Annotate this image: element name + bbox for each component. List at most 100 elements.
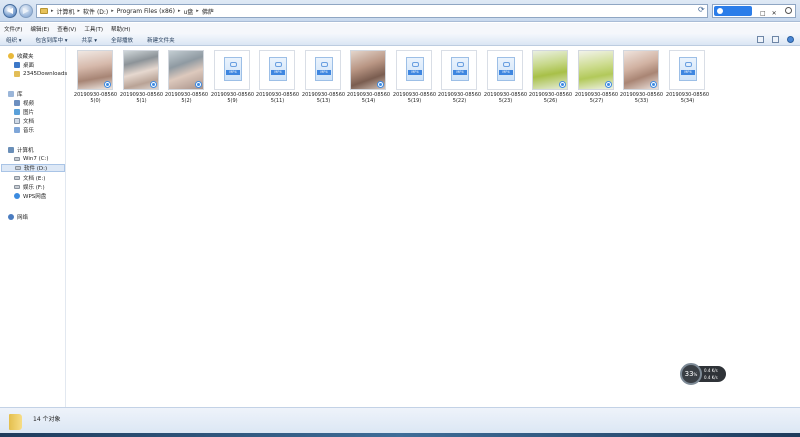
nav-item-label: 音乐	[23, 128, 35, 134]
file-item[interactable]: 20190930-085605(2)	[164, 50, 209, 108]
breadcrumb-drive-d[interactable]: 软件 (D:)	[83, 7, 108, 16]
nav-favorites[interactable]: 收藏夹	[8, 52, 34, 60]
preview-pane-icon[interactable]	[772, 36, 779, 43]
nav-item-label: 桌面	[23, 63, 35, 69]
network-speed-widget[interactable]: 0.4 K/s 0.4 K/s 33%	[680, 363, 726, 385]
nav-item-label: 文档 (E:)	[23, 176, 46, 182]
file-item[interactable]: MP4 20190930-085605(9)	[210, 50, 255, 108]
address-toolbar: ◀ ▶ ▸ 计算机 ▸ 软件 (D:) ▸ Program Files (x86…	[0, 0, 800, 22]
breadcrumb-separator[interactable]: ▸	[51, 8, 54, 14]
back-button[interactable]: ◀	[3, 4, 17, 18]
file-item[interactable]: MP4 20190930-085605(13)	[301, 50, 346, 108]
mp4-file-icon: MP4	[669, 50, 705, 90]
nav-computer-label: 计算机	[17, 148, 34, 154]
file-item[interactable]: MP4 20190930-085605(11)	[255, 50, 300, 108]
file-item[interactable]: MP4 20190930-085605(34)	[665, 50, 710, 108]
nav-item-wps-cloud[interactable]: WPS网盘	[14, 192, 46, 200]
image-thumbnail	[578, 50, 614, 90]
image-thumbnail	[350, 50, 386, 90]
file-item[interactable]: MP4 20190930-085605(23)	[483, 50, 528, 108]
file-name: 20190930-085605(14)	[346, 92, 391, 104]
new-folder-button[interactable]: 新建文件夹	[147, 36, 175, 44]
file-item[interactable]: 20190930-085605(1)	[119, 50, 164, 108]
nav-network[interactable]: 网络	[8, 213, 28, 221]
nav-item-label: 娱乐 (F:)	[23, 185, 45, 191]
refresh-icon[interactable]: ⟳	[698, 5, 705, 14]
breadcrumb-udisk[interactable]: u盘	[183, 7, 193, 16]
mp4-file-icon: MP4	[259, 50, 295, 90]
menu-file[interactable]: 文件(F)	[4, 25, 22, 33]
breadcrumb-separator[interactable]: ▸	[111, 8, 114, 14]
nav-item-desktop[interactable]: 桌面	[14, 61, 34, 69]
breadcrumb-separator[interactable]: ▸	[178, 8, 181, 14]
folder-icon	[9, 414, 22, 430]
nav-item-videos[interactable]: 视频	[14, 99, 34, 107]
nav-item-drive-d[interactable]: 软件 (D:)	[1, 164, 65, 172]
memory-usage-gauge[interactable]: 33%	[680, 363, 702, 385]
help-icon[interactable]	[787, 36, 794, 43]
view-controls	[757, 36, 794, 43]
breadcrumb-current-folder[interactable]: 佛萨	[202, 7, 214, 16]
documents-library-icon	[14, 118, 20, 124]
image-thumbnail	[123, 50, 159, 90]
nav-item-label: 2345Downloads	[23, 71, 68, 77]
file-item[interactable]: 20190930-085605(26)	[528, 50, 573, 108]
file-item[interactable]: MP4 20190930-085605(22)	[437, 50, 482, 108]
nav-item-label: 视频	[23, 101, 35, 107]
play-all-button[interactable]: 全部播放	[111, 36, 133, 44]
file-name: 20190930-085605(22)	[437, 92, 482, 104]
file-name: 20190930-085605(0)	[73, 92, 118, 104]
file-item[interactable]: 20190930-085605(33)	[619, 50, 664, 108]
share-button[interactable]: 共享 ▾	[82, 36, 98, 44]
nav-item-drive-c[interactable]: Win7 (C:)	[14, 155, 49, 163]
nav-item-drive-f[interactable]: 娱乐 (F:)	[14, 183, 45, 191]
breadcrumb-separator[interactable]: ▸	[78, 8, 81, 14]
menu-edit[interactable]: 编辑(E)	[30, 25, 49, 33]
drive-icon	[14, 185, 20, 189]
change-view-icon[interactable]	[757, 36, 764, 43]
window-controls[interactable]: □ ✕	[760, 10, 779, 17]
status-bar: 14 个对象	[0, 407, 800, 433]
address-bar[interactable]: ▸ 计算机 ▸ 软件 (D:) ▸ Program Files (x86) ▸ …	[36, 4, 708, 18]
taskbar[interactable]	[0, 433, 800, 437]
menu-tools[interactable]: 工具(T)	[84, 25, 103, 33]
search-box[interactable]	[712, 4, 796, 18]
file-list[interactable]: 20190930-085605(0) 20190930-085605(1) 20…	[67, 47, 800, 407]
search-icon[interactable]	[785, 7, 792, 14]
nav-item-documents[interactable]: 文档	[14, 117, 34, 125]
drive-icon	[15, 166, 21, 170]
nav-network-label: 网络	[17, 215, 29, 221]
include-in-library-button[interactable]: 包含到库中 ▾	[36, 36, 68, 44]
cloud-drive-icon	[14, 193, 20, 199]
breadcrumb-separator[interactable]: ▸	[196, 8, 199, 14]
nav-item-drive-e[interactable]: 文档 (E:)	[14, 174, 45, 182]
command-bar: 组织 ▾ 包含到库中 ▾ 共享 ▾ 全部播放 新建文件夹	[0, 34, 800, 46]
image-thumbnail	[77, 50, 113, 90]
drive-icon	[14, 157, 20, 161]
file-item[interactable]: 20190930-085605(27)	[574, 50, 619, 108]
file-name: 20190930-085605(27)	[574, 92, 619, 104]
download-speed: 0.4 K/s	[704, 375, 718, 380]
music-library-icon	[14, 127, 20, 133]
nav-computer[interactable]: 计算机	[8, 146, 34, 154]
forward-button[interactable]: ▶	[19, 4, 33, 18]
nav-item-label: WPS网盘	[23, 194, 47, 200]
organize-button[interactable]: 组织 ▾	[6, 36, 22, 44]
file-item[interactable]: MP4 20190930-085605(19)	[392, 50, 437, 108]
file-item[interactable]: 20190930-085605(0)	[73, 50, 118, 108]
mp4-file-icon: MP4	[305, 50, 341, 90]
breadcrumb-program-files[interactable]: Program Files (x86)	[117, 8, 175, 15]
baidu-logo-icon[interactable]	[714, 6, 752, 16]
nav-item-pictures[interactable]: 图片	[14, 108, 34, 116]
star-icon	[8, 53, 14, 59]
nav-item-2345downloads[interactable]: 2345Downloads	[14, 70, 67, 78]
breadcrumb-computer[interactable]: 计算机	[57, 7, 75, 16]
file-item[interactable]: 20190930-085605(14)	[346, 50, 391, 108]
mp4-file-icon: MP4	[441, 50, 477, 90]
nav-item-music[interactable]: 音乐	[14, 126, 34, 134]
menu-help[interactable]: 帮助(H)	[111, 25, 130, 33]
nav-libraries[interactable]: 库	[8, 90, 23, 98]
menu-view[interactable]: 查看(V)	[57, 25, 76, 33]
library-icon	[8, 91, 14, 97]
video-library-icon	[14, 100, 20, 106]
